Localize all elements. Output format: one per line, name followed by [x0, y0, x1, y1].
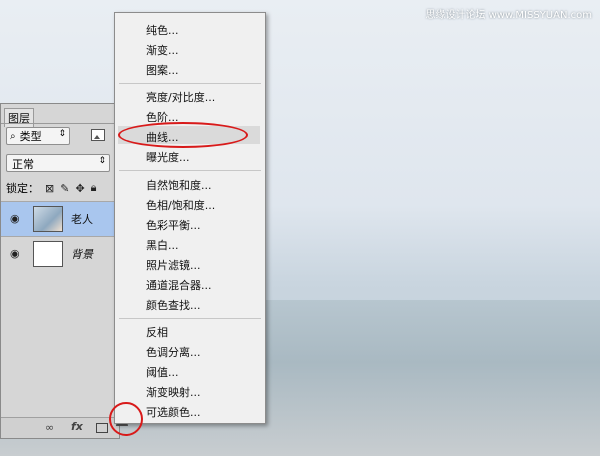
menu-item-pattern[interactable]: 图案... [146, 62, 179, 78]
filter-kind-select[interactable]: ⌕ 类型 ⇕ [6, 127, 70, 145]
eye-icon[interactable]: ◉ [10, 212, 20, 225]
image-filter-icon[interactable] [91, 129, 105, 141]
layer-row-old-man[interactable]: ◉ 老人 [1, 201, 119, 236]
search-icon: ⌕ [10, 130, 16, 142]
menu-item-gradient[interactable]: 渐变... [146, 42, 179, 58]
menu-item-exposure[interactable]: 曝光度... [146, 149, 190, 165]
layer-thumbnail [33, 206, 63, 232]
menu-separator [119, 170, 261, 171]
panel-footer: ∞ fx [1, 417, 119, 438]
adjustment-layer-menu: 纯色... 渐变... 图案... 亮度/对比度... 色阶... 曲线... … [114, 12, 266, 424]
lock-move-icon[interactable]: ✥ [75, 182, 84, 195]
menu-item-vibrance[interactable]: 自然饱和度... [146, 177, 212, 193]
menu-item-posterize[interactable]: 色调分离... [146, 344, 201, 360]
annotation-circle-adjust-button [109, 402, 143, 436]
layer-row-background[interactable]: ◉ 背景 [1, 236, 119, 271]
updown-icon: ⇕ [98, 156, 106, 166]
lock-all-icon[interactable]: 🔒︎ [91, 181, 97, 195]
menu-item-photo-filter[interactable]: 照片滤镜... [146, 257, 201, 273]
menu-separator [119, 83, 261, 84]
annotation-circle-curves [118, 122, 248, 148]
layer-name: 背景 [71, 248, 93, 261]
layer-name: 老人 [71, 213, 93, 226]
divider [1, 123, 119, 124]
menu-item-channel-mixer[interactable]: 通道混合器... [146, 277, 212, 293]
layers-panel: 图层 ⌕ 类型 ⇕ 正常 ⇕ 锁定： ⊠ ✎ ✥ 🔒︎ ◉ 老人 ◉ 背景 ∞ … [0, 103, 120, 439]
menu-item-invert[interactable]: 反相 [146, 324, 168, 340]
mask-icon[interactable] [96, 423, 108, 433]
menu-item-selective-color[interactable]: 可选颜色... [146, 404, 201, 420]
menu-separator [119, 318, 261, 319]
eye-icon[interactable]: ◉ [10, 247, 20, 260]
lock-row: 锁定： ⊠ ✎ ✥ 🔒︎ [6, 180, 97, 196]
filter-kind-label: 类型 [19, 130, 42, 143]
layer-thumbnail [33, 241, 63, 267]
tab-layers[interactable]: 图层 [4, 108, 34, 127]
lock-brush-icon[interactable]: ✎ [60, 182, 69, 195]
menu-item-solid-color[interactable]: 纯色... [146, 22, 179, 38]
menu-item-gradient-map[interactable]: 渐变映射... [146, 384, 201, 400]
menu-item-black-white[interactable]: 黑白... [146, 237, 179, 253]
link-icon[interactable]: ∞ [45, 421, 54, 434]
menu-item-color-lookup[interactable]: 颜色查找... [146, 297, 201, 313]
fx-icon[interactable]: fx [71, 420, 83, 433]
menu-item-hue-saturation[interactable]: 色相/饱和度... [146, 197, 215, 213]
updown-icon: ⇕ [58, 129, 66, 139]
lock-transparent-icon[interactable]: ⊠ [45, 182, 54, 195]
lock-label: 锁定： [6, 182, 39, 195]
blend-mode-select[interactable]: 正常 ⇕ [6, 154, 110, 172]
watermark: 思缘设计论坛 www.MISSYUAN.com [425, 10, 592, 21]
menu-item-brightness-contrast[interactable]: 亮度/对比度... [146, 89, 215, 105]
menu-item-color-balance[interactable]: 色彩平衡... [146, 217, 201, 233]
blend-mode-label: 正常 [12, 158, 34, 171]
menu-item-threshold[interactable]: 阈值... [146, 364, 179, 380]
